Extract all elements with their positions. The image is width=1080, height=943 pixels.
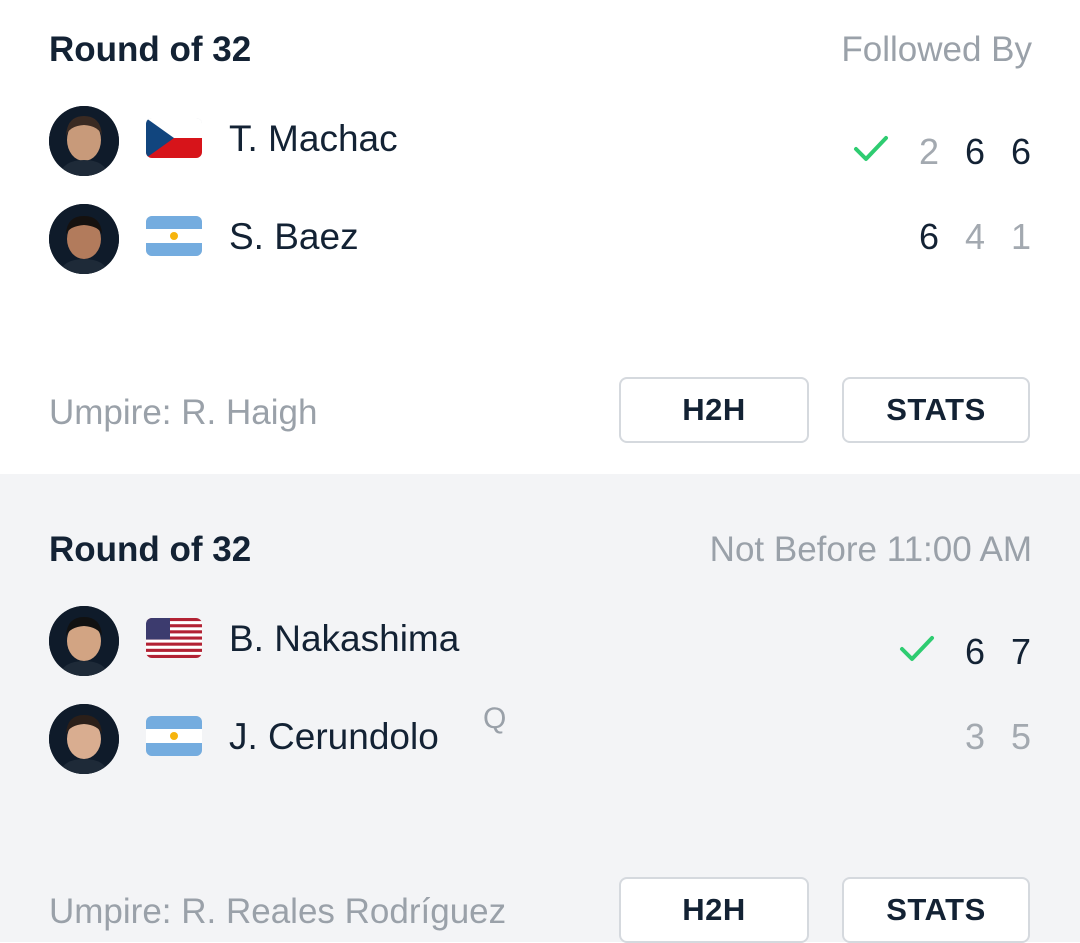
player-name[interactable]: S. Baez — [229, 216, 359, 258]
start-time-label: Not Before 11:00 AM — [709, 530, 1032, 569]
followed-by-label: Followed By — [841, 30, 1032, 69]
umpire-label: Umpire: R. Reales Rodríguez — [49, 892, 507, 931]
seed-badge: Q — [483, 702, 507, 735]
flag-argentina-icon — [146, 216, 202, 256]
flag-czech-republic-icon — [146, 118, 202, 158]
player-avatar — [49, 106, 119, 176]
set-score: 6 — [1010, 131, 1032, 172]
set-score: 6 — [964, 131, 986, 172]
player-name[interactable]: B. Nakashima — [229, 618, 459, 660]
stats-button[interactable]: STATS — [842, 377, 1030, 443]
check-icon — [853, 134, 889, 164]
player-avatar — [49, 704, 119, 774]
flag-argentina-icon — [146, 716, 202, 756]
set-score: 5 — [1010, 716, 1032, 757]
set-score: 2 — [918, 131, 940, 172]
set-score: 4 — [964, 216, 986, 257]
flag-united-states-icon — [146, 618, 202, 658]
match-card-1[interactable]: Round of 32 Followed By T. Machac 2 6 6 — [0, 0, 1080, 474]
check-icon — [899, 634, 935, 664]
h2h-button[interactable]: H2H — [619, 877, 809, 943]
set-score: 6 — [918, 216, 940, 257]
player-avatar — [49, 204, 119, 274]
set-score: 1 — [1010, 216, 1032, 257]
match-card-2[interactable]: Round of 32 Not Before 11:00 AM B. Nakas… — [0, 474, 1080, 943]
set-score: 6 — [964, 631, 986, 672]
stats-button[interactable]: STATS — [842, 877, 1030, 943]
round-label: Round of 32 — [49, 30, 252, 69]
set-score: 3 — [964, 716, 986, 757]
set-score: 7 — [1010, 631, 1032, 672]
player-avatar — [49, 606, 119, 676]
h2h-button[interactable]: H2H — [619, 377, 809, 443]
player-name[interactable]: T. Machac — [229, 118, 398, 160]
round-label: Round of 32 — [49, 530, 252, 569]
player-name[interactable]: J. Cerundolo — [229, 716, 439, 758]
umpire-label: Umpire: R. Haigh — [49, 393, 318, 432]
